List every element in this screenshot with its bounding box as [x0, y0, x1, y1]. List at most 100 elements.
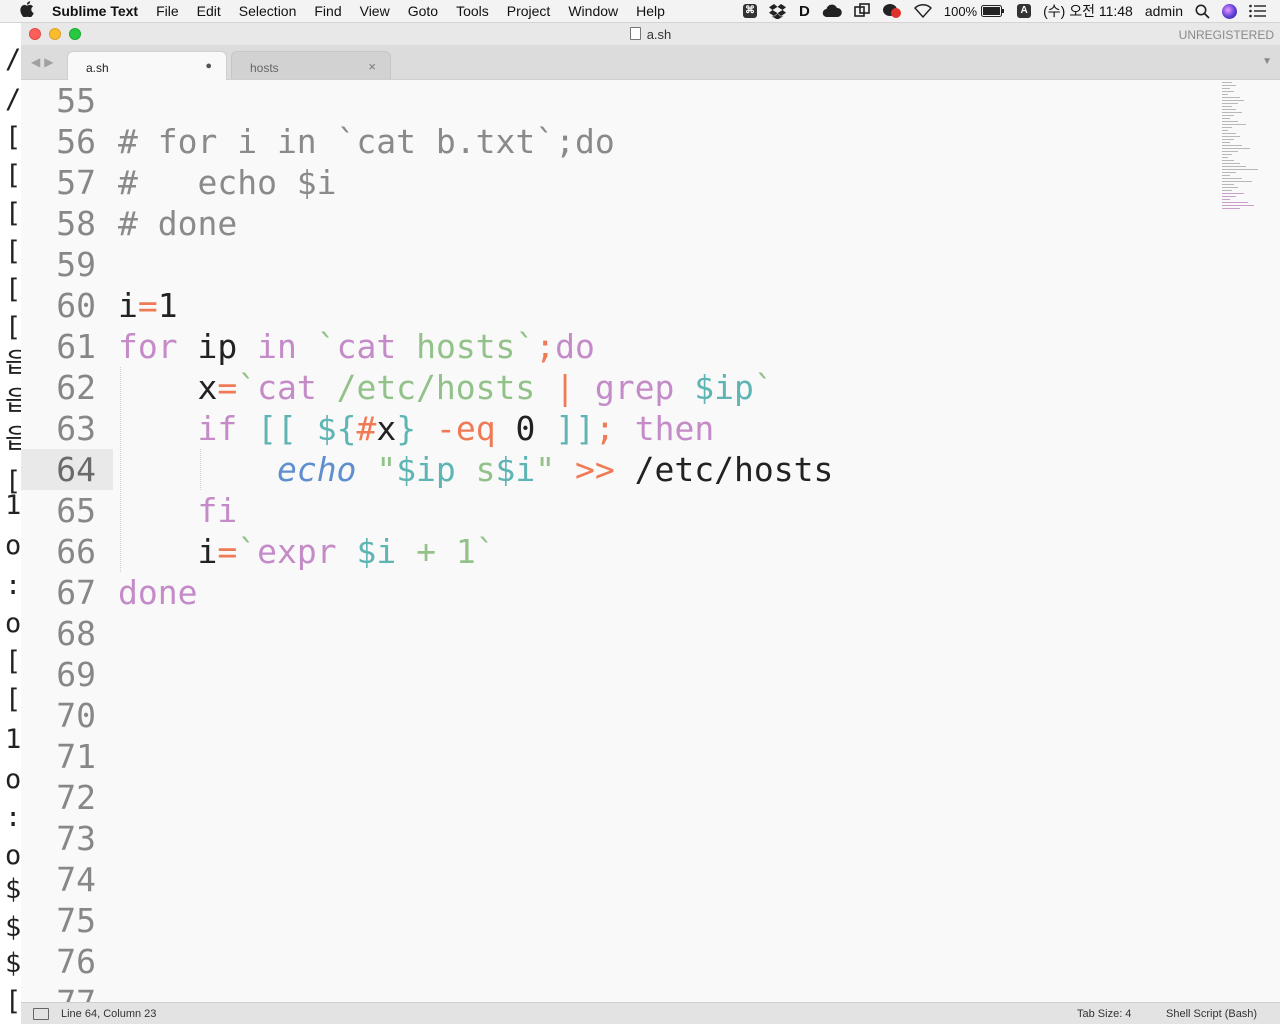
minimap-line	[1222, 100, 1244, 101]
minimap-line	[1222, 163, 1240, 164]
siri-icon[interactable]	[1222, 3, 1237, 19]
panel-toggle-icon[interactable]	[33, 1008, 49, 1020]
code-token: $i	[356, 532, 397, 571]
notification-center-icon[interactable]	[1249, 4, 1266, 18]
tab-a-sh[interactable]: a.sh ●	[67, 51, 227, 80]
menu-find[interactable]: Find	[314, 3, 341, 19]
menu-view[interactable]: View	[360, 3, 390, 19]
code-line[interactable]: i=1	[118, 285, 178, 326]
code-token: "	[376, 450, 397, 489]
terminal-text-fragment: $	[5, 948, 21, 979]
code-line[interactable]: x=`cat /etc/hosts | grep $ip`	[118, 367, 773, 408]
tab-size-selector[interactable]: Tab Size: 4	[1077, 1008, 1131, 1020]
minimap-line	[1222, 175, 1230, 176]
code-token: i	[118, 286, 138, 325]
terminal-text-fragment: [	[5, 236, 21, 267]
code-token: $i	[495, 450, 536, 489]
code-line[interactable]: # done	[118, 203, 237, 244]
minimap-line	[1222, 118, 1230, 119]
minimap[interactable]	[1220, 82, 1268, 212]
window-switch-icon[interactable]	[854, 3, 870, 19]
battery-percent[interactable]: 100%	[944, 4, 977, 19]
menu-help[interactable]: Help	[636, 3, 665, 19]
app-name-menu[interactable]: Sublime Text	[52, 3, 138, 19]
tab-overflow-menu-icon[interactable]: ▼	[1262, 56, 1272, 67]
line-number: 67	[56, 573, 96, 612]
cursor-position[interactable]: Line 64, Column 23	[61, 1008, 156, 1020]
menu-clock[interactable]: (수) 오전 11:48	[1043, 1, 1133, 21]
line-number: 55	[56, 81, 96, 120]
apple-menu-icon[interactable]	[20, 1, 38, 21]
minimap-line	[1222, 94, 1228, 95]
minimap-line	[1222, 103, 1238, 104]
tab-navigation-arrows[interactable]: ◀▶	[31, 55, 57, 69]
code-line[interactable]: if [[ ${#x} -eq 0 ]]; then	[118, 408, 714, 449]
menu-file[interactable]: File	[156, 3, 179, 19]
code-line[interactable]: for ip in `cat hosts`;do	[118, 326, 595, 367]
code-token: in	[257, 327, 297, 366]
command-key-icon[interactable]: ⌘	[743, 4, 758, 18]
line-number: 73	[56, 819, 96, 858]
code-token: x	[376, 409, 397, 448]
minimap-line	[1222, 130, 1228, 131]
terminal-text-fragment: 읍	[5, 424, 21, 455]
menu-project[interactable]: Project	[507, 3, 551, 19]
minimap-line	[1222, 169, 1258, 170]
code-line[interactable]: # for i in `cat b.txt`;do	[118, 121, 615, 162]
terminal-text-fragment: :	[5, 570, 21, 601]
minimap-line	[1222, 205, 1254, 206]
d-app-icon[interactable]: D	[799, 3, 810, 20]
code-token: ;	[594, 409, 615, 448]
code-area[interactable]: # for i in `cat b.txt`;do # echo $i # done…	[118, 80, 1218, 612]
input-source-indicator[interactable]: A	[1017, 4, 1032, 18]
code-line[interactable]: echo "$ip s$i" >> /etc/hosts	[118, 449, 833, 490]
tab-hosts[interactable]: hosts ×	[231, 51, 391, 79]
cloud-app-icon[interactable]	[822, 4, 842, 18]
code-token: ip	[177, 327, 258, 366]
close-tab-icon[interactable]: ×	[368, 59, 376, 74]
menu-window[interactable]: Window	[568, 3, 618, 19]
modified-dot-icon[interactable]: ●	[205, 60, 212, 72]
menu-goto[interactable]: Goto	[408, 3, 438, 19]
wifi-icon[interactable]	[913, 4, 932, 18]
sublime-window: a.sh UNREGISTERED ◀▶ a.sh ● hosts × ▼ 55…	[21, 23, 1280, 1024]
line-number-gutter: 55 56 57 58 59 60 61 62 63 64 65 66 67 68 69 70 71 72 73 74…	[21, 80, 113, 1002]
code-editor[interactable]: 55 56 57 58 59 60 61 62 63 64 65 66 67 68 69 70 71 72 73 74…	[21, 80, 1280, 1002]
menu-edit[interactable]: Edit	[197, 3, 221, 19]
spotlight-search-icon[interactable]	[1195, 4, 1210, 19]
code-token: /etc/hosts	[614, 450, 834, 489]
line-number: 74	[56, 860, 96, 899]
code-token: fi	[197, 491, 238, 530]
dropbox-icon[interactable]	[769, 3, 787, 19]
menu-user[interactable]: admin	[1145, 3, 1183, 19]
code-line[interactable]: done	[118, 572, 197, 613]
code-line[interactable]: i=`expr $i + 1`	[118, 531, 495, 572]
document-icon	[629, 27, 641, 40]
code-line[interactable]: # echo $i	[118, 162, 337, 203]
title-bar[interactable]: a.sh UNREGISTERED	[21, 23, 1280, 45]
terminal-text-fragment: [	[5, 160, 21, 191]
menu-selection[interactable]: Selection	[239, 3, 297, 19]
background-terminal-window[interactable]: / /[[[[[[읍 읍 읍[1 o: o[[1 o: o $ $ $[	[0, 23, 21, 1024]
chat-notification-icon[interactable]	[882, 3, 902, 19]
terminal-text-fragment: :	[5, 802, 21, 833]
minimap-line	[1222, 208, 1240, 209]
line-number: 69	[56, 655, 96, 694]
code-line[interactable]: fi	[118, 490, 237, 531]
terminal-text-fragment: 읍	[5, 348, 21, 379]
code-token: $ip	[396, 450, 456, 489]
minimap-line	[1222, 133, 1236, 134]
minimap-line	[1222, 148, 1250, 149]
menu-tools[interactable]: Tools	[456, 3, 489, 19]
tab-bar: ◀▶ a.sh ● hosts × ▼	[21, 45, 1280, 80]
minimap-line	[1222, 157, 1228, 158]
battery-icon[interactable]	[981, 5, 1005, 17]
code-token: }	[396, 409, 417, 448]
syntax-selector[interactable]: Shell Script (Bash)	[1166, 1008, 1257, 1020]
